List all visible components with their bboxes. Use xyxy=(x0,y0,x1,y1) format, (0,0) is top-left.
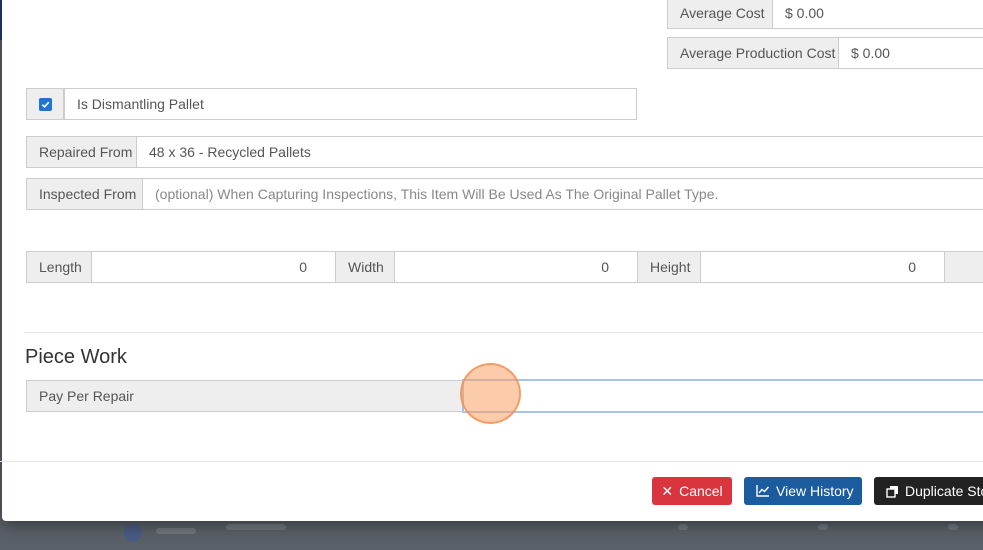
background-avatar xyxy=(124,524,142,542)
blurred-text xyxy=(156,528,196,534)
inspected-from-label: Inspected From xyxy=(26,178,143,210)
click-indicator xyxy=(460,363,521,424)
dismantling-checkbox-wrapper xyxy=(26,88,64,120)
average-production-cost-value: $ 0.00 xyxy=(839,37,983,69)
close-icon: ✕ xyxy=(661,482,674,499)
view-history-label: View History xyxy=(776,483,854,499)
height-label: Height xyxy=(638,251,701,283)
dismantling-checkbox[interactable] xyxy=(38,97,52,111)
average-cost-label: Average Cost xyxy=(667,0,773,29)
dismantling-pallet-label: Is Dismantling Pallet xyxy=(64,88,637,120)
width-label: Width xyxy=(336,251,395,283)
copy-icon xyxy=(886,485,898,498)
average-cost-value: $ 0.00 xyxy=(773,0,983,29)
blurred-text xyxy=(678,524,688,530)
dimensions-group: Length 0 Width 0 Height 0 xyxy=(26,251,983,283)
repaired-from-label: Repaired From xyxy=(26,136,137,168)
repaired-from-group: Repaired From 48 x 36 - Recycled Pallets xyxy=(26,136,983,168)
footer-divider xyxy=(0,461,983,462)
pay-per-repair-input[interactable] xyxy=(462,379,983,413)
line-chart-icon xyxy=(756,485,770,497)
view-history-button[interactable]: View History xyxy=(744,477,862,505)
cancel-button-label: Cancel xyxy=(679,483,723,499)
section-divider xyxy=(24,332,983,333)
length-label: Length xyxy=(26,251,92,283)
blurred-text xyxy=(818,524,828,530)
inspected-from-group: Inspected From (optional) When Capturing… xyxy=(26,178,983,210)
dimension-unit-addon xyxy=(945,251,983,283)
cancel-button[interactable]: ✕ Cancel xyxy=(652,477,732,505)
average-production-cost-group: Average Production Cost $ 0.00 xyxy=(667,37,983,69)
duplicate-stock-label: Duplicate Stock xyxy=(905,483,983,499)
width-input[interactable]: 0 xyxy=(395,251,638,283)
pay-per-repair-label: Pay Per Repair xyxy=(26,380,463,412)
height-input[interactable]: 0 xyxy=(701,251,945,283)
length-input[interactable]: 0 xyxy=(92,251,336,283)
blurred-text xyxy=(226,524,286,530)
average-production-cost-label: Average Production Cost xyxy=(667,37,839,69)
repaired-from-select[interactable]: 48 x 36 - Recycled Pallets xyxy=(137,136,983,168)
average-cost-group: Average Cost $ 0.00 xyxy=(667,0,983,29)
inspected-from-select[interactable]: (optional) When Capturing Inspections, T… xyxy=(143,178,983,210)
piece-work-heading: Piece Work xyxy=(25,346,127,368)
dismantling-pallet-group: Is Dismantling Pallet xyxy=(26,88,637,120)
checkmark-icon xyxy=(41,101,49,108)
duplicate-stock-button[interactable]: Duplicate Stock xyxy=(874,477,983,505)
blurred-text xyxy=(948,524,958,530)
pay-per-repair-group: Pay Per Repair xyxy=(26,380,463,412)
